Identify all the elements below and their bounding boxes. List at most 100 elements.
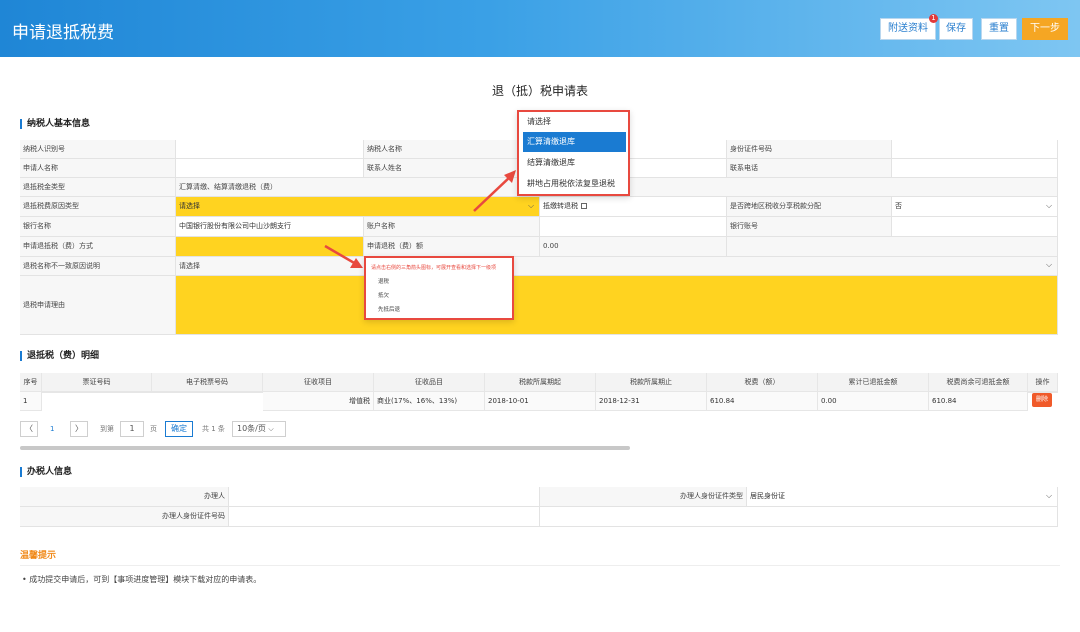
contact-phone-field[interactable] xyxy=(892,159,1058,178)
goto-page-input[interactable]: 1 xyxy=(120,421,144,437)
empty-cell xyxy=(727,237,1058,257)
column-header: 税费（额） xyxy=(707,373,818,392)
chevron-down-icon: ⌵ xyxy=(268,425,274,433)
agent-field[interactable] xyxy=(229,487,540,507)
bank-name-value: 中国银行股份有限公司中山沙朗支行 xyxy=(176,217,364,237)
label-applicant-name: 申请人名称 xyxy=(20,159,176,178)
next-page-button[interactable]: 〉 xyxy=(70,421,88,437)
label-cross-region: 是否跨地区税收分享税款分配 xyxy=(727,197,892,217)
section-title-detail: 退抵税（费）明细 xyxy=(20,351,99,361)
next-step-button[interactable]: 下一步 xyxy=(1022,18,1068,40)
column-header: 操作 xyxy=(1028,373,1058,392)
tips-text: • 成功提交申请后，可到【事项进度管理】模块下载对应的申请表。 xyxy=(22,574,261,585)
goto-label: 到第 xyxy=(100,425,114,433)
table-cell: 商业(17%、16%、13%) xyxy=(374,392,485,411)
section-title-taxpayer: 纳税人基本信息 xyxy=(20,119,90,129)
page-size-select[interactable]: 10条/页 ⌵ xyxy=(232,421,286,437)
section-title-agent: 办税人信息 xyxy=(20,467,72,477)
page-size-value: 10条/页 xyxy=(237,424,266,433)
id-number-value xyxy=(892,140,1058,159)
chevron-down-icon[interactable]: ⌵ xyxy=(1046,491,1052,501)
applicant-name-value xyxy=(176,159,364,178)
total-count: 共 1 条 xyxy=(202,425,225,433)
column-header: 累计已退抵金额 xyxy=(818,373,929,392)
dropdown-option-selected[interactable]: 汇算清缴退库 xyxy=(523,132,626,152)
dropdown-hint: 请点击右侧的三角箭头图标，可展开查看和选择下一级项 xyxy=(371,265,497,271)
table-cell xyxy=(152,392,263,393)
refund-amount-value: 0.00 xyxy=(540,237,727,257)
label-refund-method: 申请退抵税（费）方式 xyxy=(20,237,176,257)
label-refund-type: 退抵税金类型 xyxy=(20,178,176,197)
column-header: 税费尚余可退抵金额 xyxy=(929,373,1028,392)
label-agent-id-type: 办理人身份证件类型 xyxy=(540,487,747,507)
prev-page-button[interactable]: 〈 xyxy=(20,421,38,437)
label-taxpayer-id: 纳税人识别号 xyxy=(20,140,176,159)
current-page[interactable]: 1 xyxy=(50,421,54,437)
table-cell: 1 xyxy=(20,392,42,411)
table-cell: 增值税 xyxy=(263,392,374,411)
bank-account-value xyxy=(892,217,1058,237)
label-agent: 办理人 xyxy=(20,487,229,507)
offset-refund-checkbox[interactable] xyxy=(581,203,588,209)
account-name-value xyxy=(540,217,727,237)
agent-id-type-select[interactable]: 居民身份证 xyxy=(747,487,1058,507)
column-header: 征收项目 xyxy=(263,373,374,392)
chevron-down-icon[interactable]: ⌵ xyxy=(1046,260,1052,270)
chevron-down-icon[interactable]: ⌵ xyxy=(1046,201,1052,211)
column-header: 税款所属期止 xyxy=(596,373,707,392)
empty-cell xyxy=(540,507,1058,527)
refund-method-dropdown: 请点击右侧的三角箭头图标，可展开查看和选择下一级项 退税 抵欠 先抵后退 xyxy=(364,256,514,320)
save-button[interactable]: 保存 xyxy=(939,18,973,40)
refund-reason-textarea[interactable] xyxy=(176,276,1058,335)
refund-reason-dropdown: 请选择 汇算清缴退库 结算清缴退库 耕地占用税依法复垦退税 xyxy=(517,110,630,196)
label-name-mismatch: 退税名称不一致原因说明 xyxy=(20,257,176,276)
table-cell: 0.00 xyxy=(818,392,929,411)
attachments-button[interactable]: 附送资料 xyxy=(880,18,936,40)
table-cell: 2018-12-31 xyxy=(596,392,707,411)
label-offset-refund: 抵缴转退税 xyxy=(543,202,578,210)
goto-confirm-button[interactable]: 确定 xyxy=(165,421,193,437)
label-agent-id-number: 办理人身份证件号码 xyxy=(20,507,229,527)
page-unit: 页 xyxy=(150,425,157,433)
agent-id-number-field[interactable] xyxy=(229,507,540,527)
cross-region-select[interactable]: 否 xyxy=(892,197,1058,217)
divider xyxy=(20,565,1060,566)
dropdown-option[interactable]: 结算清缴退库 xyxy=(523,153,626,173)
dropdown-option[interactable]: 耕地占用税依法复垦退税 xyxy=(523,174,626,194)
tips-title: 温馨提示 xyxy=(20,551,57,561)
form-title: 退（抵）税申请表 xyxy=(491,84,588,98)
horizontal-scrollbar[interactable] xyxy=(20,446,630,450)
callout-arrow xyxy=(473,170,516,212)
app-header: 申请退抵税费 附送资料 1 保存 重置 下一步 xyxy=(0,0,1080,57)
column-header: 序号 xyxy=(20,373,42,392)
column-header: 征收品目 xyxy=(374,373,485,392)
label-refund-amount: 申请退税（费）额 xyxy=(364,237,540,257)
column-header: 电子税票号码 xyxy=(152,373,263,392)
label-refund-reason: 退税申请理由 xyxy=(20,276,176,335)
label-id-number: 身份证件号码 xyxy=(727,140,892,159)
page-title: 申请退抵税费 xyxy=(12,23,114,43)
dropdown-option[interactable]: 抵欠 xyxy=(378,291,389,299)
table-cell xyxy=(42,392,152,393)
taxpayer-id-value xyxy=(176,140,364,159)
table-cell: 2018-10-01 xyxy=(485,392,596,411)
table-cell: 610.84 xyxy=(707,392,818,411)
dropdown-option[interactable]: 退税 xyxy=(378,277,389,285)
attachments-badge: 1 xyxy=(929,14,938,23)
table-cell: 610.84 xyxy=(929,392,1028,411)
label-contact-phone: 联系电话 xyxy=(727,159,892,178)
delete-row-button[interactable]: 删除 xyxy=(1032,393,1052,407)
label-bank-account: 银行账号 xyxy=(727,217,892,237)
offset-refund-checkbox-cell[interactable]: 抵缴转退税 xyxy=(540,197,727,217)
callout-arrow xyxy=(324,244,363,268)
name-mismatch-select[interactable]: 请选择 xyxy=(176,257,1058,276)
dropdown-option[interactable]: 先抵后退 xyxy=(378,305,400,313)
tips-text-content: 成功提交申请后，可到【事项进度管理】模块下载对应的申请表。 xyxy=(29,575,262,584)
chevron-down-icon[interactable]: ⌵ xyxy=(528,201,534,211)
label-account-name: 账户名称 xyxy=(364,217,540,237)
label-bank-name: 银行名称 xyxy=(20,217,176,237)
reset-button[interactable]: 重置 xyxy=(981,18,1017,40)
column-header: 票证号码 xyxy=(42,373,152,392)
dropdown-option[interactable]: 请选择 xyxy=(523,112,626,132)
label-refund-reason-type: 退抵税费原因类型 xyxy=(20,197,176,217)
